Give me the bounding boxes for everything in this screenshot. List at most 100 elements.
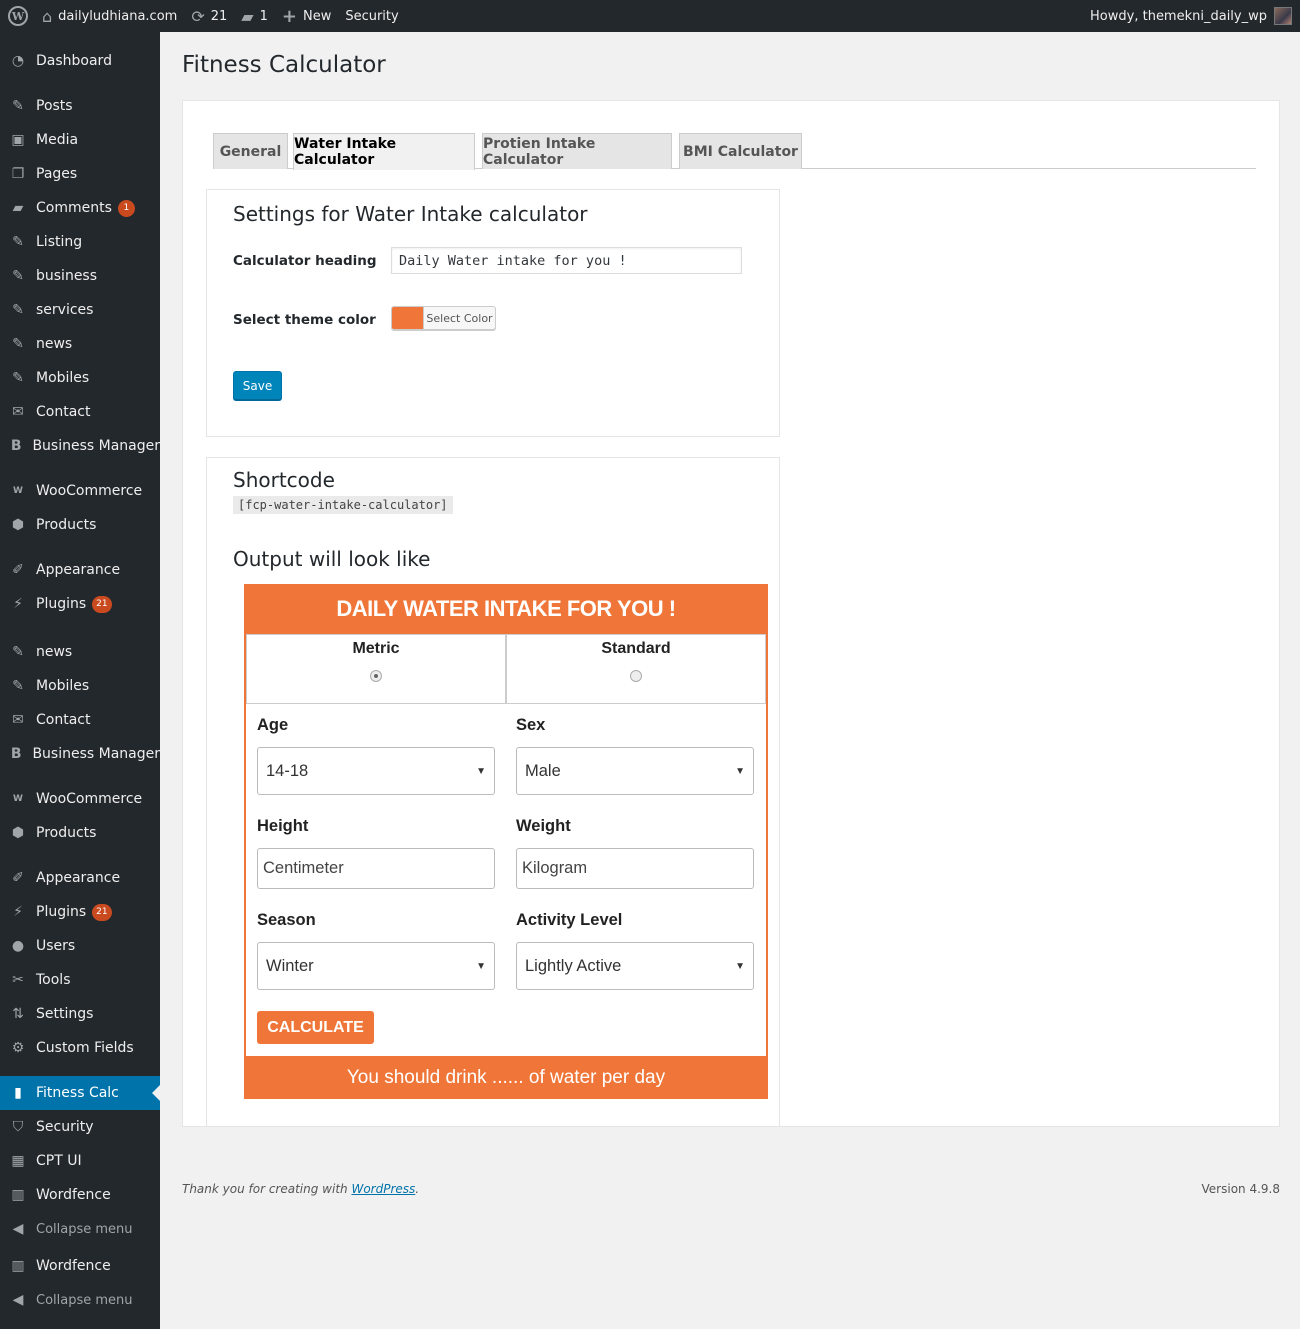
save-button[interactable]: Save <box>233 371 282 400</box>
age-select[interactable]: 14-18 ▼ <box>257 747 495 795</box>
tab-bmi[interactable]: BMI Calculator <box>679 133 802 169</box>
sidebar-item-tools[interactable]: ✂ Tools <box>0 963 160 997</box>
chevron-down-icon: ▼ <box>476 960 486 972</box>
sidebar-item-security[interactable]: ⛉ Security <box>0 1110 160 1144</box>
new-content-link[interactable]: + New <box>275 0 338 32</box>
wordpress-logo-icon: W <box>8 6 28 26</box>
sidebar-item-label: Dashboard <box>36 53 112 69</box>
collapse-icon: ◀ <box>12 1221 24 1237</box>
sidebar-item-pages[interactable]: ❐ Pages <box>0 157 160 191</box>
sidebar-item-woocommerce[interactable]: W WooCommerce <box>0 474 160 508</box>
sidebar-item-label: Collapse menu <box>36 1292 133 1308</box>
metric-radio[interactable] <box>370 670 382 682</box>
sex-select[interactable]: Male ▼ <box>516 747 754 795</box>
height-input[interactable]: Centimeter <box>257 848 495 889</box>
chevron-down-icon: ▼ <box>476 765 486 777</box>
calculator-title: DAILY WATER INTAKE FOR YOU ! <box>336 596 676 621</box>
sidebar-item-plugins[interactable]: ⚡ Plugins 21 <box>0 895 160 929</box>
sidebar-item-media[interactable]: ▣ Media <box>0 123 160 157</box>
sidebar-item-mobiles[interactable]: ✎ Mobiles <box>0 669 160 703</box>
sidebar-item-wordfence[interactable]: ▥ Wordfence <box>0 1178 160 1212</box>
sidebar-item-news[interactable]: ✎ news <box>0 635 160 669</box>
sidebar-item-settings[interactable]: ⇅ Settings <box>0 997 160 1031</box>
tab-general[interactable]: General <box>213 133 288 169</box>
site-name-link[interactable]: ⌂ dailyludhiana.com <box>35 0 184 32</box>
greeting: Howdy, themekni_daily_wp <box>1090 8 1267 24</box>
count-badge: 1 <box>117 199 135 217</box>
sidebar-item-label: Listing <box>36 234 83 250</box>
tab-water-intake[interactable]: Water Intake Calculator <box>293 133 475 170</box>
wp-logo-button[interactable]: W <box>0 0 35 32</box>
sidebar-item-custom-fields[interactable]: ⚙ Custom Fields <box>0 1031 160 1065</box>
plug-icon: ⚡ <box>13 904 23 920</box>
unit-metric[interactable]: Metric <box>246 634 506 704</box>
sidebar-item-label: Collapse menu <box>36 1221 133 1237</box>
color-picker[interactable]: Select Color <box>391 306 496 330</box>
tab-protein-intake[interactable]: Protien Intake Calculator <box>482 133 672 169</box>
sidebar-item-dashboard[interactable]: ◔ Dashboard <box>0 44 160 78</box>
sidebar-item-services[interactable]: ✎ services <box>0 293 160 327</box>
sidebar-item-mobiles[interactable]: ✎ Mobiles <box>0 361 160 395</box>
sidebar-item-users[interactable]: ● Users <box>0 929 160 963</box>
sidebar-item-label: Mobiles <box>36 678 90 694</box>
calculator-result: You should drink ...... of water per day <box>346 1066 666 1088</box>
sidebar-item-business-manager[interactable]: B Business Manager <box>0 429 160 463</box>
pin-icon: ✎ <box>12 98 24 114</box>
sidebar-item-contact[interactable]: ✉ Contact <box>0 703 160 737</box>
sidebar-item-listing[interactable]: ✎ Listing <box>0 225 160 259</box>
sidebar-item-comments[interactable]: ▰ Comments 1 <box>0 191 160 225</box>
shortcode-text[interactable]: [fcp-water-intake-calculator] <box>233 496 453 514</box>
sidebar-item-appearance[interactable]: ✐ Appearance <box>0 861 160 895</box>
standard-label: Standard <box>601 640 671 657</box>
season-value: Winter <box>266 956 314 975</box>
standard-radio[interactable] <box>630 670 642 682</box>
comment-icon: ▰ <box>12 200 24 216</box>
select-color-button[interactable]: Select Color <box>423 307 495 329</box>
footer-thanks-prefix: Thank you for creating with <box>182 1182 352 1196</box>
pin-icon: ✎ <box>12 336 24 352</box>
sidebar-item-wordfence[interactable]: ▥ Wordfence <box>0 1249 160 1283</box>
security-link[interactable]: Security <box>338 0 405 32</box>
sidebar-item-contact[interactable]: ✉ Contact <box>0 395 160 429</box>
sidebar-item-news[interactable]: ✎ news <box>0 327 160 361</box>
sidebar-item-label: Business Manager <box>32 746 160 762</box>
pin-icon: ✎ <box>12 644 24 660</box>
sidebar-item-posts[interactable]: ✎ Posts <box>0 89 160 123</box>
sidebar-item-label: Users <box>36 938 76 954</box>
sidebar-item-label: news <box>36 644 73 660</box>
sidebar-item-products[interactable]: ⬢ Products <box>0 816 160 850</box>
brush-icon: ✐ <box>12 870 24 886</box>
sidebar-item-label: Comments <box>36 200 112 216</box>
color-swatch[interactable] <box>392 307 423 329</box>
sidebar-item-collapse-menu[interactable]: ◀ Collapse menu <box>0 1283 160 1317</box>
sidebar-item-business[interactable]: ✎ business <box>0 259 160 293</box>
updates-link[interactable]: ⟳ 21 <box>184 0 234 32</box>
sidebar-item-business-manager[interactable]: B Business Manager <box>0 737 160 771</box>
calculator-body: Metric Standard Age 14-18 ▼ Sex Male ▼ H… <box>246 634 766 1056</box>
home-icon: ⌂ <box>42 6 53 26</box>
comments-link[interactable]: ▰ 1 <box>234 0 275 32</box>
sidebar-item-label: Products <box>36 517 97 533</box>
activity-label: Activity Level <box>516 911 623 929</box>
sidebar-item-cpt-ui[interactable]: ▦ CPT UI <box>0 1144 160 1178</box>
sidebar-item-fitness-calc[interactable]: ▮ Fitness Calc <box>0 1076 160 1110</box>
calculator-heading-input[interactable]: Daily Water intake for you ! <box>391 247 742 274</box>
sidebar-item-collapse-menu[interactable]: ◀ Collapse menu <box>0 1212 160 1246</box>
sidebar-item-label: Settings <box>36 1006 94 1022</box>
activity-select[interactable]: Lightly Active ▼ <box>516 942 754 990</box>
season-select[interactable]: Winter ▼ <box>257 942 495 990</box>
sidebar-item-label: Posts <box>36 98 73 114</box>
unit-standard[interactable]: Standard <box>506 634 766 704</box>
my-account-link[interactable]: Howdy, themekni_daily_wp <box>1083 0 1300 32</box>
brush-icon: ✐ <box>12 562 24 578</box>
calculate-button[interactable]: CALCULATE <box>257 1011 374 1044</box>
sidebar-item-appearance[interactable]: ✐ Appearance <box>0 553 160 587</box>
weight-input[interactable]: Kilogram <box>516 848 754 889</box>
sidebar-item-products[interactable]: ⬢ Products <box>0 508 160 542</box>
sidebar-item-label: Products <box>36 825 97 841</box>
sidebar-item-woocommerce[interactable]: W WooCommerce <box>0 782 160 816</box>
sidebar-item-plugins[interactable]: ⚡ Plugins 21 <box>0 587 160 621</box>
b-letter-icon: B <box>10 438 22 454</box>
wordpress-link[interactable]: WordPress <box>351 1182 415 1196</box>
sidebar-item-label: business <box>36 268 98 284</box>
